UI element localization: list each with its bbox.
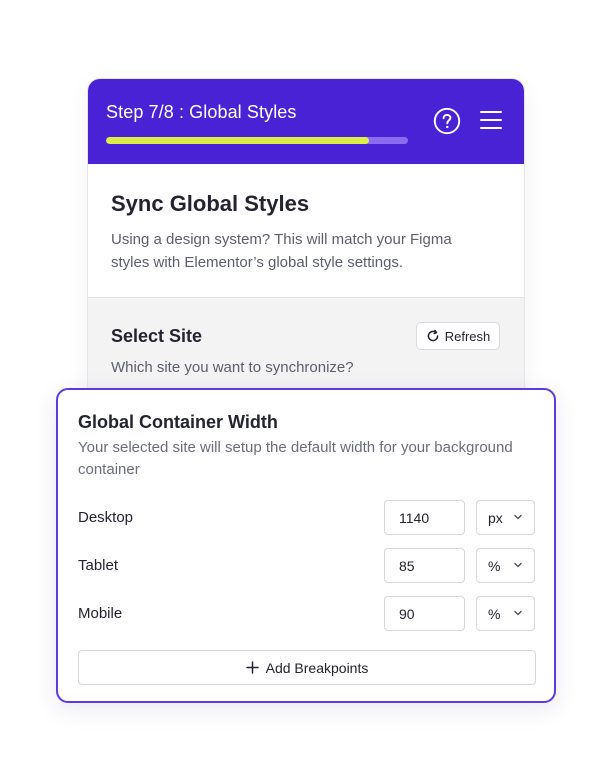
breakpoint-row-mobile: Mobile % <box>78 596 538 632</box>
step-title: Step 7/8 : Global Styles <box>106 102 297 122</box>
chevron-down-icon <box>514 514 522 520</box>
breakpoint-row-desktop: Desktop px <box>78 500 538 536</box>
plus-icon <box>245 661 259 674</box>
global-container-width-card: Global Container Width Your selected sit… <box>56 388 556 703</box>
width-value-input[interactable] <box>384 596 465 631</box>
unit-value: % <box>488 558 501 574</box>
breakpoint-label: Desktop <box>78 509 134 526</box>
refresh-label: Refresh <box>444 328 491 344</box>
chevron-down-icon <box>514 562 522 568</box>
sync-intro-section: Sync Global Styles Using a design system… <box>88 164 524 297</box>
chevron-down-icon <box>514 610 522 616</box>
progress-fill <box>106 137 369 144</box>
hamburger-menu-icon <box>480 111 502 129</box>
section-description: Using a design system? This will match y… <box>111 231 452 271</box>
card-title: Global Container Width <box>78 412 278 432</box>
select-site-description: Which site you want to synchronize? <box>111 359 354 376</box>
progress-bar <box>106 137 408 144</box>
menu-button[interactable] <box>480 110 502 130</box>
width-value-input[interactable] <box>384 548 465 583</box>
question-circle-icon <box>433 107 461 135</box>
add-breakpoints-button[interactable]: Add Breakpoints <box>78 650 536 685</box>
section-title: Sync Global Styles <box>111 191 310 216</box>
unit-value: px <box>488 510 503 526</box>
width-value-input[interactable] <box>384 500 465 535</box>
add-breakpoints-label: Add Breakpoints <box>265 659 369 676</box>
help-button[interactable] <box>433 107 461 135</box>
breakpoint-label: Mobile <box>78 605 123 622</box>
unit-select[interactable]: % <box>476 548 535 583</box>
unit-select[interactable]: % <box>476 596 535 631</box>
unit-value: % <box>488 606 501 622</box>
breakpoint-row-tablet: Tablet % <box>78 548 538 584</box>
select-site-title: Select Site <box>111 326 203 346</box>
unit-select[interactable]: px <box>476 500 535 535</box>
refresh-button[interactable]: Refresh <box>416 322 500 350</box>
card-description: Your selected site will setup the defaul… <box>78 439 513 478</box>
panel-header: Step 7/8 : Global Styles <box>88 79 524 164</box>
refresh-icon <box>427 329 439 342</box>
breakpoint-label: Tablet <box>78 557 119 574</box>
